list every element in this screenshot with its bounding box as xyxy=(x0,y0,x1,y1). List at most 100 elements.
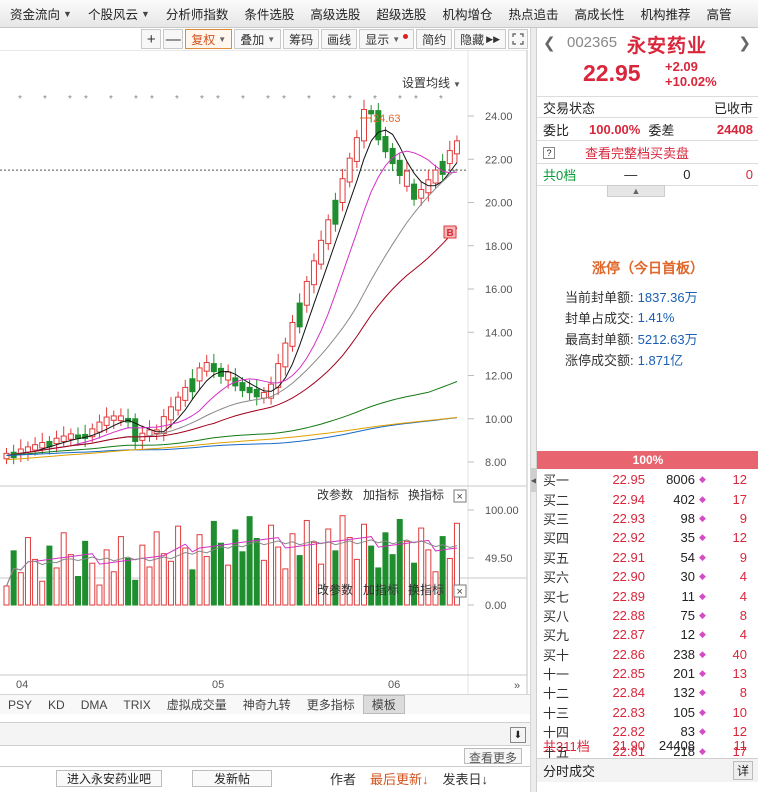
limit-up-item-label: 封单占成交: xyxy=(565,311,634,326)
zoom-in-button[interactable]: + xyxy=(141,29,162,49)
bid-price: 22.85 xyxy=(612,666,645,682)
indicator-tab[interactable]: DMA xyxy=(73,698,116,712)
candle-body xyxy=(246,386,253,394)
new-post-button[interactable]: 发新帖 xyxy=(192,770,272,787)
overlay-dropdown[interactable]: 叠加 ▼ xyxy=(234,29,282,49)
indicator-bar xyxy=(446,557,453,606)
bid-row[interactable]: 买八 22.88 75 8 ◆ xyxy=(537,606,758,625)
bid-row[interactable]: 十二 22.84 132 8 ◆ xyxy=(537,683,758,702)
x-axis-label-06: 06 xyxy=(388,679,400,691)
draw-line-button[interactable]: 画线 xyxy=(321,29,358,49)
sort-last-update[interactable]: 最后更新↓ xyxy=(370,769,429,788)
nav-item[interactable]: 高级选股 xyxy=(300,4,366,23)
nav-item-label: 机构增仓 xyxy=(442,8,493,22)
bid-row[interactable]: 十三 22.83 105 10 ◆ xyxy=(537,703,758,722)
indicator-tab[interactable]: 神奇九转 xyxy=(235,696,299,713)
bid-volume: 54 xyxy=(680,549,695,565)
stock-header: ❮ 002365 永安药业 ❯ 22.95 +2.09 +10.02% xyxy=(537,28,758,96)
indicator-tab[interactable]: 虚拟成交量 xyxy=(159,696,235,713)
bid-row[interactable]: 买六 22.90 30 4 ◆ xyxy=(537,567,758,586)
tick-detail-button[interactable]: 详 xyxy=(732,761,753,780)
nav-item[interactable]: 超级选股 xyxy=(366,4,432,23)
add-indicator-button[interactable]: 加指标 xyxy=(363,487,399,502)
star-marker-icon: * xyxy=(307,94,311,105)
switch-indicator-button[interactable]: 换指标 xyxy=(408,487,444,502)
bid-row[interactable]: 买七 22.89 11 4 ◆ xyxy=(537,586,758,605)
scroll-right-icon[interactable]: » xyxy=(514,680,520,692)
nav-item[interactable]: 条件选股 xyxy=(234,4,300,23)
candle-body xyxy=(289,322,296,347)
limit-up-item-value: 5212.63万 xyxy=(637,332,698,347)
bid-volume: 30 xyxy=(680,569,695,585)
expand-sell-button[interactable]: ▲ xyxy=(607,185,665,197)
candle-body xyxy=(432,169,439,184)
download-button[interactable]: ⬇ xyxy=(510,727,526,743)
chevron-down-icon: ▼ xyxy=(140,8,150,19)
full-orderbook-link[interactable]: 查看完整档买卖盘 xyxy=(585,143,689,162)
bid-row[interactable]: 买三 22.93 98 9 ◆ xyxy=(537,509,758,528)
candle-body xyxy=(446,150,453,165)
see-more-button[interactable]: 查看更多 xyxy=(463,748,522,765)
sort-post-date[interactable]: 发表日↓ xyxy=(443,769,489,788)
weibi-value: 100.00% xyxy=(589,122,641,137)
fuquan-dropdown[interactable]: 复权 ▼ xyxy=(185,29,233,49)
nav-item-label: 高成长性 xyxy=(574,8,625,22)
enter-forum-button[interactable]: 进入永安药业吧 xyxy=(56,770,162,787)
prev-stock-icon[interactable]: ❮ xyxy=(543,34,556,52)
bid-level-label: 买七 xyxy=(543,589,570,605)
zoom-out-button[interactable]: — xyxy=(163,29,184,49)
sort-author[interactable]: 作者 xyxy=(330,769,356,788)
bid-order-count: 8 xyxy=(739,685,747,701)
nav-item[interactable]: 机构增仓 xyxy=(432,4,498,23)
bid-row[interactable]: 买十 22.86 238 40 ◆ xyxy=(537,645,758,664)
nav-item[interactable]: 分析师指数 xyxy=(156,4,235,23)
hide-button[interactable]: 隐藏 ▶▶ xyxy=(454,29,506,49)
nav-item-label: 分析师指数 xyxy=(165,8,229,22)
diamond-icon: ◆ xyxy=(699,609,706,620)
ma-settings-button[interactable]: 设置均线 xyxy=(402,76,450,90)
indicator-bar xyxy=(253,538,260,606)
nav-item[interactable]: 资金流向 ▼ xyxy=(0,4,78,23)
candle-body xyxy=(189,378,196,393)
display-dropdown[interactable]: 显示 ▼ xyxy=(359,29,415,49)
high-price-marker: 24.63 xyxy=(373,113,401,125)
bid-row[interactable]: 买九 22.87 12 4 ◆ xyxy=(537,625,758,644)
indicator-tab[interactable]: 模板 xyxy=(362,695,405,714)
bid-row[interactable]: 买一 22.95 8006 12 ◆ xyxy=(537,470,758,489)
next-stock-icon[interactable]: ❯ xyxy=(738,34,751,52)
nav-item[interactable]: 高管 xyxy=(697,4,738,23)
indicator-tab[interactable]: PSY xyxy=(0,698,40,712)
switch-indicator-button-2[interactable]: 换指标 xyxy=(408,582,444,597)
add-indicator-button-2[interactable]: 加指标 xyxy=(363,582,399,597)
nav-item[interactable]: 个股风云 ▼ xyxy=(78,4,156,23)
full-orderbook-row[interactable]: ? 查看完整档买卖盘 xyxy=(537,142,758,164)
chip-button[interactable]: 筹码 xyxy=(283,29,320,49)
bid-row[interactable]: 买五 22.91 54 9 ◆ xyxy=(537,548,758,567)
x-axis-label-05: 05 xyxy=(212,679,224,691)
bid-row[interactable]: 买四 22.92 35 12 ◆ xyxy=(537,528,758,547)
change-params-button-2[interactable]: 改参数 xyxy=(317,582,353,597)
star-marker-icon: * xyxy=(43,94,47,105)
bid-level-label: 买二 xyxy=(543,492,570,508)
bid-row[interactable]: 十一 22.85 201 13 ◆ xyxy=(537,664,758,683)
indicator-tab[interactable]: 更多指标 xyxy=(299,696,363,713)
nav-item[interactable]: 热点追击 xyxy=(498,4,564,23)
simple-button[interactable]: 简约 xyxy=(416,29,453,49)
star-marker-icon: * xyxy=(109,94,113,105)
expand-button[interactable] xyxy=(508,29,528,49)
nav-item[interactable]: 高成长性 xyxy=(564,4,630,23)
change-amount: +2.09 xyxy=(665,59,698,74)
bid-row[interactable]: 买二 22.94 402 17 ◆ xyxy=(537,489,758,508)
bid-volume: 11 xyxy=(681,588,696,604)
indicator-tab[interactable]: TRIX xyxy=(115,698,158,712)
change-params-button[interactable]: 改参数 xyxy=(317,487,353,502)
kline-chart-area: * * * * * * * * * * * * * * * * * * * * 24.00 22.00 20.00 18.0… xyxy=(0,49,530,740)
nav-item[interactable]: 机构推荐 xyxy=(630,4,696,23)
notification-dot-icon xyxy=(403,33,409,39)
indicator-tab[interactable]: KD xyxy=(40,698,73,712)
indicator-bar xyxy=(46,545,53,606)
sell-total-cnt: 0 xyxy=(745,167,753,182)
candle-body xyxy=(403,170,410,187)
price-change: +2.09 +10.02% xyxy=(665,59,717,89)
trade-status-label: 交易状态 xyxy=(543,100,596,116)
